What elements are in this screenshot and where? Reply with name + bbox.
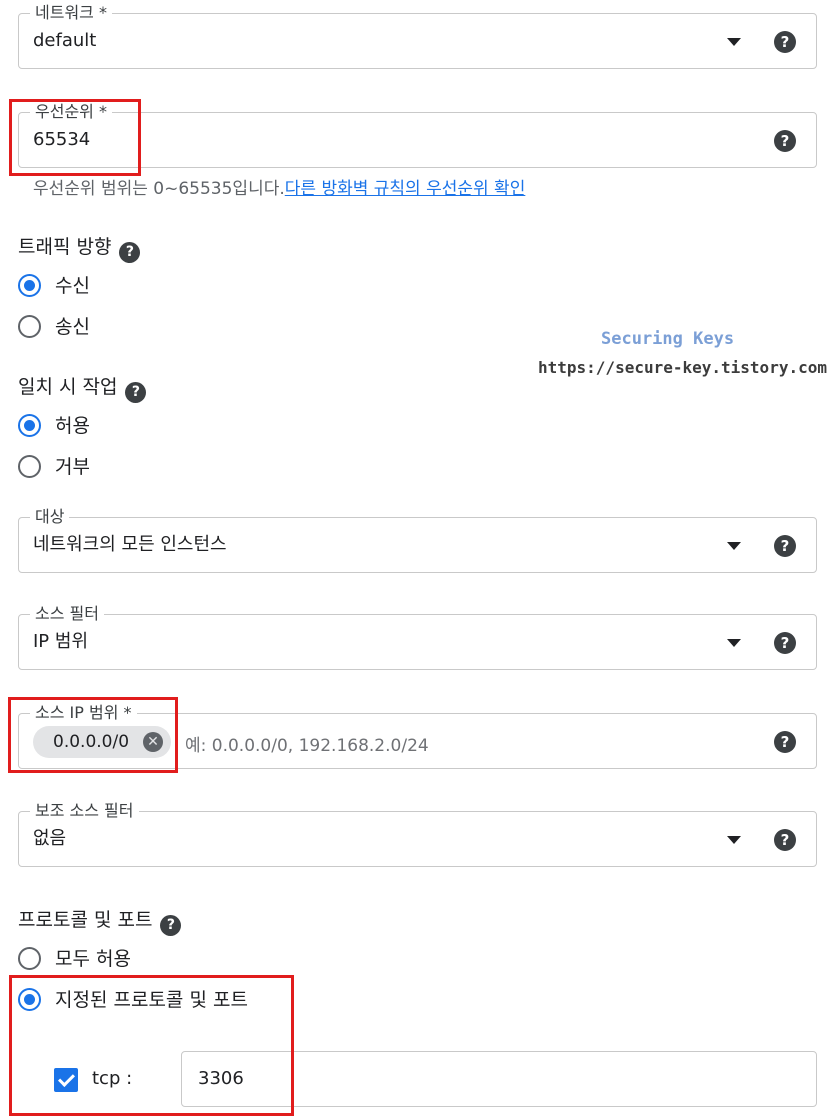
targets-value: 네트워크의 모든 인스턴스 <box>33 534 227 555</box>
watermark-title: Securing Keys <box>601 329 735 349</box>
traffic-direction-title: 트래픽 방향? <box>18 232 141 263</box>
network-select[interactable]: 네트워크 * default ? <box>18 3 817 69</box>
targets-select[interactable]: 대상 네트워크의 모든 인스턴스 ? <box>18 507 817 573</box>
targets-label: 대상 <box>30 507 70 527</box>
help-circle-icon[interactable]: ? <box>774 829 796 851</box>
source-ip-ranges-placeholder[interactable]: 예: 0.0.0.0/0, 192.168.2.0/24 <box>185 731 429 756</box>
secondary-source-filter-value: 없음 <box>33 828 67 849</box>
action-on-match-label: 일치 시 작업 <box>18 376 118 398</box>
radio-button-unchecked[interactable] <box>18 947 41 970</box>
caret-down-icon[interactable] <box>727 836 741 844</box>
help-circle-icon[interactable]: ? <box>160 915 182 936</box>
radio-egress-label: 송신 <box>55 316 90 338</box>
radio-deny-label: 거부 <box>55 456 90 478</box>
radio-allow-label: 허용 <box>55 415 90 437</box>
source-filter-select[interactable]: 소스 필터 IP 범위 ? <box>18 604 817 670</box>
protocols-ports-title: 프로토콜 및 포트? <box>18 905 182 936</box>
priority-hint: 우선순위 범위는 0~65535입니다.다른 방화벽 규칙의 우선순위 확인 <box>33 174 525 199</box>
help-circle-icon[interactable]: ? <box>774 130 796 152</box>
radio-button-checked[interactable] <box>18 274 41 297</box>
help-circle-icon[interactable]: ? <box>119 242 141 263</box>
source-filter-label: 소스 필터 <box>30 604 104 624</box>
traffic-direction-label: 트래픽 방향 <box>18 236 112 258</box>
network-value: default <box>33 30 97 51</box>
help-circle-icon[interactable]: ? <box>774 31 796 53</box>
protocols-highlight-box <box>9 975 294 1116</box>
radio-button-unchecked[interactable] <box>18 455 41 478</box>
help-circle-icon[interactable]: ? <box>125 382 147 403</box>
radio-button-checked[interactable] <box>18 414 41 437</box>
priority-hint-link[interactable]: 다른 방화벽 규칙의 우선순위 확인 <box>285 179 526 199</box>
caret-down-icon[interactable] <box>727 542 741 550</box>
caret-down-icon[interactable] <box>727 38 741 46</box>
protocols-ports-label: 프로토콜 및 포트 <box>18 909 153 931</box>
radio-button-unchecked[interactable] <box>18 315 41 338</box>
help-circle-icon[interactable]: ? <box>774 535 796 557</box>
source-filter-value: IP 범위 <box>33 631 89 652</box>
source-ip-highlight-box <box>8 697 178 773</box>
action-on-match-title: 일치 시 작업? <box>18 372 147 403</box>
caret-down-icon[interactable] <box>727 639 741 647</box>
priority-highlight-box <box>9 99 141 176</box>
priority-hint-text: 우선순위 범위는 0~65535입니다. <box>33 179 285 199</box>
radio-allow-all-label: 모두 허용 <box>55 948 131 970</box>
network-label: 네트워크 * <box>30 3 112 23</box>
help-circle-icon[interactable]: ? <box>774 632 796 654</box>
watermark-url: https://secure-key.tistory.com <box>538 358 827 377</box>
help-circle-icon[interactable]: ? <box>774 731 796 753</box>
secondary-source-filter-label: 보조 소스 필터 <box>30 801 139 821</box>
radio-ingress-label: 수신 <box>55 275 90 297</box>
secondary-source-filter-select[interactable]: 보조 소스 필터 없음 ? <box>18 801 817 867</box>
